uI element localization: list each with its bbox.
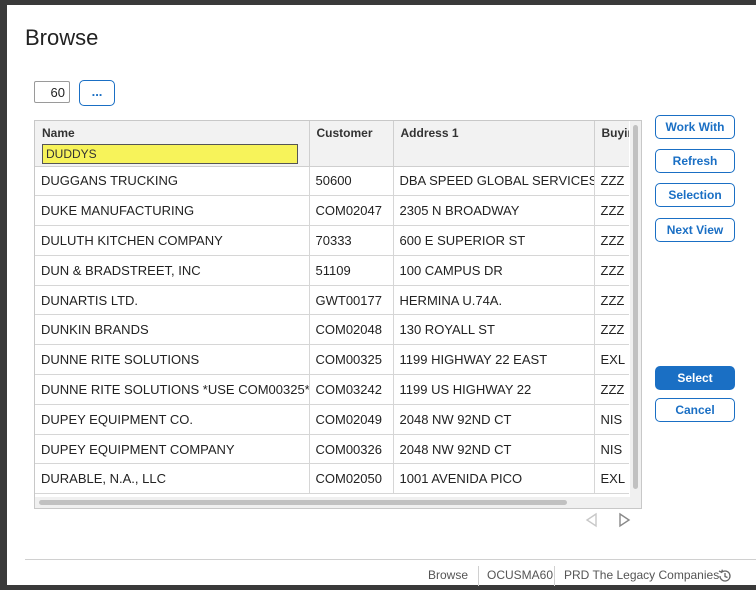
cell-name: DUPEY EQUIPMENT COMPANY [35, 434, 310, 465]
cell-address: 2305 N BROADWAY [393, 195, 595, 227]
column-header-name[interactable]: Name DUDDYS [35, 121, 310, 167]
cell-name: DUNNE RITE SOLUTIONS *USE COM00325* [35, 374, 310, 405]
footer-divider [25, 559, 756, 560]
header-row: Name DUDDYS Customer Address 1 Buying [35, 121, 629, 167]
cell-name: DUNNE RITE SOLUTIONS [35, 344, 310, 376]
cell-buying: ZZZ [594, 225, 629, 256]
cell-customer: COM02050 [309, 463, 394, 495]
cell-customer: 70333 [309, 225, 394, 256]
cell-address: 600 E SUPERIOR ST [393, 225, 595, 256]
cell-buying: ZZZ [594, 255, 629, 286]
table-row[interactable]: DUNNE RITE SOLUTIONS *USE COM00325* COM03… [35, 374, 629, 405]
cell-buying: NIS [594, 404, 629, 435]
table-row[interactable]: DUNNE RITE SOLUTIONS COM00325 1199 HIGHWAY… [35, 344, 629, 376]
next-view-button[interactable]: Next View [655, 218, 735, 242]
cell-name: DUN & BRADSTREET, INC [35, 255, 310, 286]
page-size-input[interactable]: 60 [34, 81, 70, 103]
table-row[interactable]: DUPEY EQUIPMENT COMPANY COM00326 2048 NW 9… [35, 434, 629, 465]
table-row[interactable]: DULUTH KITCHEN COMPANY 70333 600 E SUPERIO… [35, 225, 629, 256]
cell-name: DUKE MANUFACTURING [35, 195, 310, 227]
cell-address: DBA SPEED GLOBAL SERVICES [393, 166, 595, 197]
cell-address: 1199 US HIGHWAY 22 [393, 374, 595, 405]
name-filter-input[interactable]: DUDDYS [42, 144, 298, 164]
cell-buying: ZZZ [594, 374, 629, 405]
more-options-button[interactable]: ... [79, 80, 115, 106]
cell-name: DUNARTIS LTD. [35, 285, 310, 316]
footer-environment: PRD The Legacy Companies [564, 568, 720, 582]
table-row[interactable]: DUKE MANUFACTURING COM02047 2305 N BROADWA… [35, 195, 629, 227]
cell-buying: ZZZ [594, 166, 629, 197]
cell-name: DURABLE, N.A., LLC [35, 463, 310, 495]
cell-address: 1199 HIGHWAY 22 EAST [393, 344, 595, 376]
previous-page-button[interactable] [584, 512, 600, 532]
footer-program-name: OCUSMA60 [487, 568, 554, 582]
results-table: Name DUDDYS Customer Address 1 Buying DU… [35, 121, 629, 495]
cell-customer: COM02047 [309, 195, 394, 227]
horizontal-scroll-thumb[interactable] [39, 500, 567, 505]
cell-address: 130 ROYALL ST [393, 314, 595, 346]
column-header-address[interactable]: Address 1 [393, 121, 595, 167]
cell-customer: GWT00177 [309, 285, 394, 316]
table-row[interactable]: DUPEY EQUIPMENT CO. COM02049 2048 NW 92ND … [35, 404, 629, 435]
cell-buying: EXL [594, 344, 629, 376]
dialog-title: Browse [25, 25, 99, 50]
column-header-label: Name [42, 126, 75, 140]
history-icon [718, 569, 731, 582]
horizontal-scrollbar[interactable] [35, 497, 641, 508]
cell-address: 100 CAMPUS DR [393, 255, 595, 286]
cell-buying: ZZZ [594, 314, 629, 346]
cell-buying: ZZZ [594, 285, 629, 316]
cell-buying: NIS [594, 434, 629, 465]
footer-separator [478, 566, 479, 586]
cell-name: DUGGANS TRUCKING [35, 166, 310, 197]
cell-customer: COM03242 [309, 374, 394, 405]
cell-address: HERMINA U.74A. [393, 285, 595, 316]
cell-customer: 51109 [309, 255, 394, 286]
footer-screen-name: Browse [428, 568, 469, 582]
vertical-scroll-thumb[interactable] [633, 125, 638, 489]
table-body: DUGGANS TRUCKING 50600 DBA SPEED GLOBAL SE… [35, 166, 629, 495]
cell-customer: COM02049 [309, 404, 394, 435]
select-button[interactable]: Select [655, 366, 735, 390]
table-row[interactable]: DUNKIN BRANDS COM02048 130 ROYALL ST ZZZ [35, 314, 629, 346]
cell-customer: COM02048 [309, 314, 394, 346]
footer-separator [554, 566, 555, 586]
cell-address: 2048 NW 92ND CT [393, 404, 595, 435]
cell-buying: ZZZ [594, 195, 629, 227]
cell-customer: 50600 [309, 166, 394, 197]
table-row[interactable]: DUGGANS TRUCKING 50600 DBA SPEED GLOBAL SE… [35, 166, 629, 197]
column-header-buying[interactable]: Buying [594, 121, 629, 167]
cell-customer: COM00326 [309, 434, 394, 465]
cancel-button[interactable]: Cancel [655, 398, 735, 422]
refresh-button[interactable]: Refresh [655, 149, 735, 173]
selection-button[interactable]: Selection [655, 183, 735, 207]
next-page-button[interactable] [618, 512, 634, 532]
cell-name: DUPEY EQUIPMENT CO. [35, 404, 310, 435]
triangle-right-icon [619, 512, 631, 528]
triangle-left-icon [585, 512, 597, 528]
cell-name: DUNKIN BRANDS [35, 314, 310, 346]
cell-customer: COM00325 [309, 344, 394, 376]
history-button[interactable] [717, 566, 733, 586]
cell-address: 1001 AVENIDA PICO [393, 463, 595, 495]
vertical-scrollbar[interactable] [630, 121, 641, 497]
work-with-button[interactable]: Work With [655, 115, 735, 139]
table-row[interactable]: DUN & BRADSTREET, INC 51109 100 CAMPUS DR Z… [35, 255, 629, 286]
table-row[interactable]: DURABLE, N.A., LLC COM02050 1001 AVENIDA P… [35, 463, 629, 495]
column-header-customer[interactable]: Customer [309, 121, 394, 167]
cell-buying: EXL [594, 463, 629, 495]
table-row[interactable]: DUNARTIS LTD. GWT00177 HERMINA U.74A. ZZZ [35, 285, 629, 316]
cell-name: DULUTH KITCHEN COMPANY [35, 225, 310, 256]
grid-viewport: Name DUDDYS Customer Address 1 Buying DU… [35, 121, 629, 497]
cell-address: 2048 NW 92ND CT [393, 434, 595, 465]
browse-grid: Name DUDDYS Customer Address 1 Buying DU… [34, 120, 642, 509]
browse-dialog: Browse 60 ... Name DUDDYS Customer Addre… [7, 5, 756, 586]
